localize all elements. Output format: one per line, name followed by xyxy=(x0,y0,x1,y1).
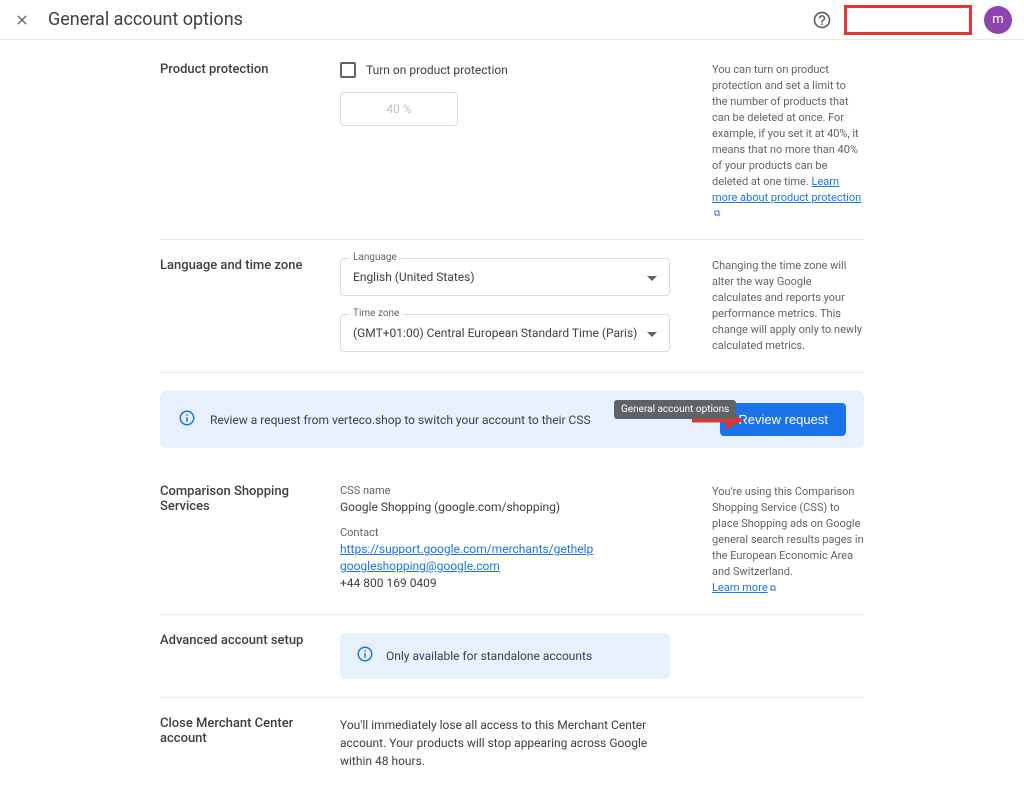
info-icon xyxy=(178,409,196,431)
product-protection-checkbox[interactable]: Turn on product protection xyxy=(340,62,692,78)
info-text: Only available for standalone accounts xyxy=(386,649,592,663)
section-label: Product protection xyxy=(160,62,340,221)
contact-heading: Contact xyxy=(340,526,692,539)
review-request-banner: Review a request from verteco.shop to sw… xyxy=(160,391,864,448)
section-css: Comparison Shopping Services CSS name Go… xyxy=(160,466,864,615)
avatar[interactable]: m xyxy=(984,6,1012,34)
external-link-icon: ⧉ xyxy=(770,583,776,596)
tooltip: General account options xyxy=(614,400,736,419)
section-label: Comparison Shopping Services xyxy=(160,484,340,596)
chevron-down-icon xyxy=(647,326,657,341)
section-label: Advanced account setup xyxy=(160,633,340,679)
section-language-timezone: Language and time zone Language English … xyxy=(160,240,864,373)
section-side xyxy=(712,716,864,770)
field-value: English (United States) xyxy=(353,270,647,284)
field-label: Language xyxy=(349,252,401,263)
section-side: Changing the time zone will alter the wa… xyxy=(712,258,864,354)
contact-email-link[interactable]: googleshopping@google.com xyxy=(340,559,692,573)
contact-phone: +44 800 169 0409 xyxy=(340,576,692,590)
section-product-protection: Product protection Turn on product prote… xyxy=(160,40,864,240)
section-side: You're using this Comparison Shopping Se… xyxy=(712,484,864,596)
section-main: Only available for standalone accounts xyxy=(340,633,712,679)
info-icon xyxy=(356,645,374,667)
percent-input[interactable]: 40 % xyxy=(340,92,458,126)
section-main: Turn on product protection 40 % xyxy=(340,62,712,221)
language-select[interactable]: Language English (United States) xyxy=(340,258,670,296)
highlight-box xyxy=(844,5,972,35)
section-label: Close Merchant Center account xyxy=(160,716,340,770)
help-icon[interactable] xyxy=(812,10,832,30)
page-header: General account options m xyxy=(0,0,1024,40)
section-side: You can turn on product protection and s… xyxy=(712,62,864,221)
contact-url-link[interactable]: https://support.google.com/merchants/get… xyxy=(340,542,692,556)
close-account-text: You'll immediately lose all access to th… xyxy=(340,716,680,770)
advanced-info-bar: Only available for standalone accounts xyxy=(340,633,670,679)
section-main: CSS name Google Shopping (google.com/sho… xyxy=(340,484,712,596)
section-side xyxy=(712,633,864,679)
side-text: Changing the time zone will alter the wa… xyxy=(712,259,862,352)
section-label: Language and time zone xyxy=(160,258,340,354)
page-title: General account options xyxy=(48,9,812,30)
section-main: Language English (United States) Time zo… xyxy=(340,258,712,354)
field-value: (GMT+01:00) Central European Standard Ti… xyxy=(353,326,647,340)
learn-more-link[interactable]: Learn more⧉ xyxy=(712,581,776,594)
section-main: You'll immediately lose all access to th… xyxy=(340,716,712,770)
review-request-button[interactable]: Review request xyxy=(720,403,846,436)
css-name-value: Google Shopping (google.com/shopping) xyxy=(340,500,692,514)
checkbox-label: Turn on product protection xyxy=(366,63,508,77)
section-advanced: Advanced account setup Only available fo… xyxy=(160,615,864,698)
header-actions: m xyxy=(812,5,1012,35)
checkbox-icon xyxy=(340,62,356,78)
side-text: You're using this Comparison Shopping Se… xyxy=(712,485,864,578)
css-name-heading: CSS name xyxy=(340,484,692,497)
close-icon[interactable] xyxy=(12,10,32,30)
chevron-down-icon xyxy=(647,270,657,285)
side-text: You can turn on product protection and s… xyxy=(712,63,859,188)
section-close-account: Close Merchant Center account You'll imm… xyxy=(160,698,864,810)
content: Product protection Turn on product prote… xyxy=(0,40,1024,810)
external-link-icon: ⧉ xyxy=(714,208,720,221)
timezone-select[interactable]: Time zone (GMT+01:00) Central European S… xyxy=(340,314,670,352)
field-label: Time zone xyxy=(349,308,403,319)
